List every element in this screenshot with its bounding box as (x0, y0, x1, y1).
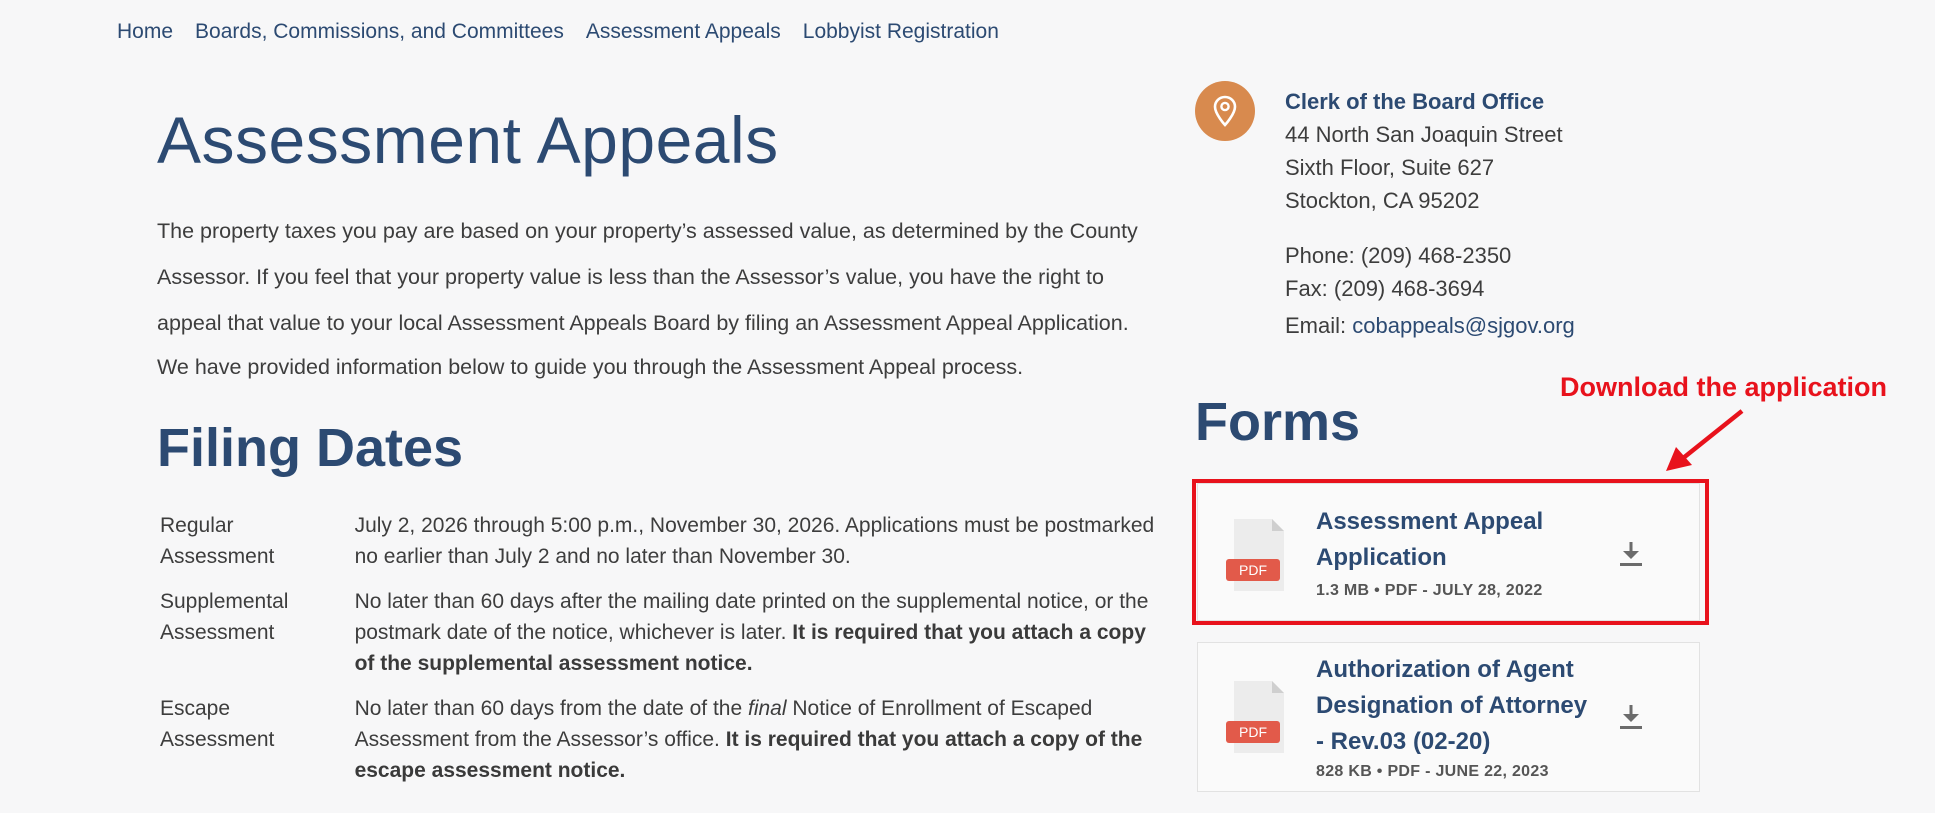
location-pin-icon (1195, 81, 1255, 141)
download-icon[interactable] (1619, 703, 1643, 731)
email-label: Email: (1285, 313, 1353, 338)
row-label-line: Escape (160, 697, 231, 720)
intro-paragraph: The property taxes you pay are based on … (157, 219, 1138, 335)
row-italic-text: final (747, 697, 787, 720)
row-label-line: Assessment (160, 621, 275, 644)
form-card[interactable]: PDF Assessment Appeal Application 1.3 MB… (1197, 483, 1700, 621)
row-text: No later than 60 days from the date of t… (354, 697, 748, 720)
filing-dates-heading: Filing Dates (157, 418, 464, 478)
form-meta: 1.3 MB • PDF - JULY 28, 2022 (1316, 582, 1543, 599)
pdf-badge: PDF (1239, 724, 1267, 740)
filing-dates-table: Regular Assessment July 2, 2026 through … (157, 510, 1157, 800)
forms-heading: Forms (1195, 392, 1361, 452)
row-description: No later than 60 days from the date of t… (355, 693, 1157, 800)
pdf-file-icon: PDF (1226, 681, 1284, 753)
page-title: Assessment Appeals (157, 103, 779, 177)
address-line: Stockton, CA 95202 (1285, 188, 1480, 213)
intro-guide-paragraph: We have provided information below to gu… (157, 355, 1024, 379)
form-name-line: Authorization of Agent (1316, 656, 1574, 683)
breadcrumb-assessment-appeals-link[interactable]: Assessment Appeals (586, 20, 781, 44)
download-icon[interactable] (1619, 540, 1643, 568)
row-label-line: Supplemental (160, 590, 289, 613)
email-line: Email: cobappeals@sjgov.org (1285, 309, 1575, 342)
form-meta: 828 KB • PDF - JUNE 22, 2023 (1316, 763, 1549, 780)
row-description: July 2, 2026 through 5:00 p.m., November… (355, 510, 1157, 586)
breadcrumb: Home Boards, Commissions, and Committees… (117, 20, 999, 44)
form-card[interactable]: PDF Authorization of Agent Designation o… (1197, 642, 1700, 792)
form-name[interactable]: Assessment Appeal Application (1316, 504, 1543, 576)
row-description: No later than 60 days after the mailing … (355, 586, 1157, 693)
row-label-line: Assessment (160, 545, 275, 568)
row-label-line: Regular (160, 514, 234, 537)
breadcrumb-home-link[interactable]: Home (117, 20, 173, 44)
contact-address: Clerk of the Board Office 44 North San J… (1285, 85, 1575, 342)
row-label: Regular Assessment (157, 510, 355, 586)
breadcrumb-boards-link[interactable]: Boards, Commissions, and Committees (195, 20, 564, 44)
form-name-line: Designation of Attorney (1316, 692, 1588, 719)
email-link[interactable]: cobappeals@sjgov.org (1352, 313, 1575, 338)
row-label: Escape Assessment (157, 693, 355, 800)
table-row: Regular Assessment July 2, 2026 through … (157, 510, 1157, 586)
form-name-line: - Rev.03 (02-20) (1316, 728, 1491, 755)
row-text: July 2, 2026 through 5:00 p.m., November… (354, 514, 1155, 568)
pdf-file-icon: PDF (1226, 519, 1284, 591)
table-row: Escape Assessment No later than 60 days … (157, 693, 1157, 800)
row-label: Supplemental Assessment (157, 586, 355, 693)
address-line: Sixth Floor, Suite 627 (1285, 155, 1495, 180)
breadcrumb-lobbyist-link[interactable]: Lobbyist Registration (803, 20, 999, 44)
row-label-line: Assessment (160, 728, 275, 751)
pdf-badge: PDF (1239, 562, 1267, 578)
form-name-line: Application (1316, 544, 1447, 571)
annotation-callout: Download the application (1560, 372, 1888, 402)
fax-number: Fax: (209) 468-3694 (1285, 276, 1485, 301)
annotation-arrow-icon (1666, 409, 1744, 471)
form-name-line: Assessment Appeal (1316, 508, 1544, 535)
form-name[interactable]: Authorization of Agent Designation of At… (1316, 652, 1587, 760)
table-row: Supplemental Assessment No later than 60… (157, 586, 1157, 693)
address-line: 44 North San Joaquin Street (1285, 122, 1563, 147)
phone-number: Phone: (209) 468-2350 (1285, 243, 1512, 268)
main-content: Assessment Appeals The property taxes yo… (157, 100, 1157, 800)
office-name: Clerk of the Board Office (1285, 89, 1545, 114)
